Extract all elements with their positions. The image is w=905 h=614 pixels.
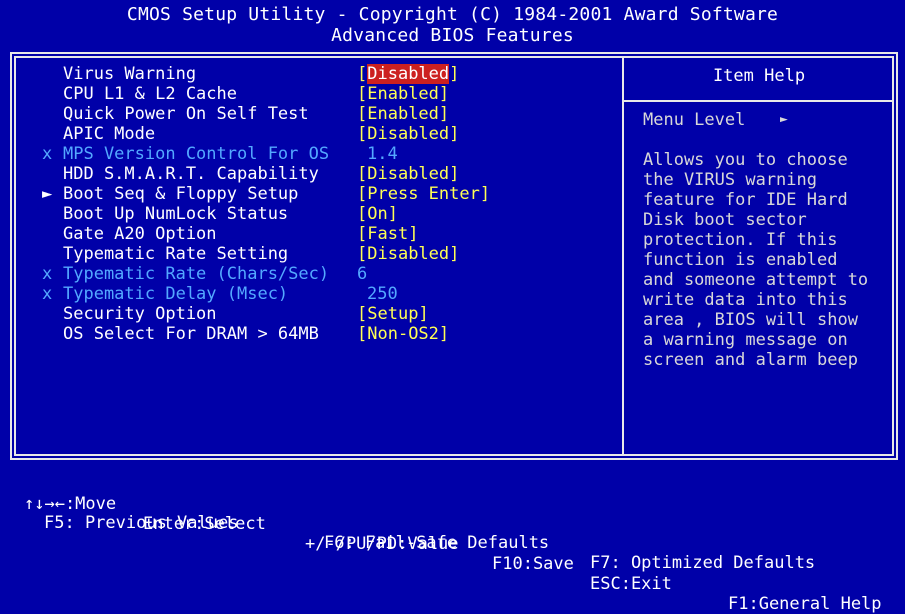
footer-optimized-defaults: F7: Optimized Defaults [590,553,816,573]
title-bar: CMOS Setup Utility - Copyright (C) 1984-… [0,0,905,50]
setting-value: 250 [367,284,398,304]
bracket-open: [ [357,64,368,84]
footer-previous-values: F5: Previous Values [44,513,239,533]
setting-value[interactable]: [Press Enter] [357,184,490,204]
setting-value[interactable]: [Disabled] [357,64,459,84]
menu-level-label: Menu Level [643,110,746,130]
footer-line-2: F5: Previous Values F6: Fail-Safe Defaul… [0,493,905,573]
setting-label: Boot Up NumLock Status [63,204,289,224]
bracket-open: [ [357,84,368,104]
setting-label: OS Select For DRAM > 64MB [63,324,319,344]
value-text: Press Enter [367,184,480,204]
footer-exit: ESC:Exit [590,574,672,594]
bracket-open: [ [357,184,368,204]
bracket-close: ] [449,64,460,84]
footer-failsafe-defaults: F6: Fail-Safe Defaults [324,533,550,553]
page-title: Advanced BIOS Features [331,25,574,46]
bracket-open: [ [357,164,368,184]
help-line: and someone attempt to [643,270,869,290]
app-title: CMOS Setup Utility - Copyright (C) 1984-… [126,4,779,25]
setting-value: 1.4 [367,144,398,164]
setting-label: HDD S.M.A.R.T. Capability [63,164,319,184]
setting-value[interactable]: [Setup] [357,304,429,324]
setting-value[interactable]: [Non-OS2] [357,324,449,344]
bracket-close: ] [449,124,460,144]
disabled-x-icon: x [42,264,53,284]
help-line: protection. If this [643,230,838,250]
value-text: On [367,204,388,224]
help-line: Allows you to choose [643,150,848,170]
bracket-close: ] [418,304,429,324]
bracket-close: ] [449,164,460,184]
setting-value[interactable]: [Enabled] [357,104,449,124]
bracket-open: [ [357,204,368,224]
bracket-close: ] [449,244,460,264]
help-line: feature for IDE Hard [643,190,848,210]
setting-value[interactable]: [Disabled] [357,124,459,144]
setting-label: Gate A20 Option [63,224,217,244]
value-text: Disabled [367,164,450,184]
help-line: screen and alarm beep [643,350,858,370]
setting-label: Security Option [63,304,217,324]
value-text: Disabled [367,124,450,144]
bracket-open: [ [357,224,368,244]
setting-label: Quick Power On Self Test [63,104,309,124]
help-line: the VIRUS warning [643,170,817,190]
help-line: Disk boot sector [643,210,807,230]
value-text: Enabled [367,104,439,124]
setting-label: Typematic Rate (Chars/Sec) [63,264,330,284]
help-line: write data into this [643,290,848,310]
bracket-close: ] [438,84,450,104]
help-title-divider [622,100,894,102]
bracket-open: [ [357,124,368,144]
value-text: Setup [367,304,419,324]
value-text: Fast [367,224,409,244]
help-divider [622,56,624,456]
setting-label: Typematic Delay (Msec) [63,284,289,304]
disabled-x-icon: x [42,144,53,164]
setting-value: 6 [357,264,368,284]
item-help-title: Item Help [712,66,806,86]
bracket-close: ] [408,224,419,244]
right-triangle-icon: ► [780,112,788,127]
setting-value[interactable]: [Enabled] [357,84,449,104]
bracket-close: ] [438,104,450,124]
bracket-open: [ [357,104,368,124]
disabled-x-icon: x [42,284,53,304]
setting-label: Typematic Rate Setting [63,244,289,264]
bracket-open: [ [357,304,368,324]
bracket-close: ] [438,324,450,344]
item-help-text: Allows you to choose the VIRUS warning fea… [643,150,893,370]
setting-value[interactable]: [Fast] [357,224,418,244]
setting-label: Boot Seq & Floppy Setup [63,184,299,204]
setting-label: APIC Mode [63,124,156,144]
help-line: area , BIOS will show [643,310,858,330]
bracket-open: [ [357,244,368,264]
submenu-arrow-icon: ► [42,184,53,204]
selected-value: Disabled [367,64,450,84]
help-line: a warning message on [643,330,848,350]
bracket-close: ] [479,184,491,204]
setting-value[interactable]: [Disabled] [357,164,459,184]
value-text: Disabled [367,244,450,264]
footer-line-1: ↑↓→←:Move Enter:Select +/-/PU/PD:Value F… [0,474,905,614]
value-text: Non-OS2 [367,324,439,344]
bracket-open: [ [357,324,368,344]
setting-label: Virus Warning [63,64,197,84]
footer-save: F10:Save [492,554,574,574]
setting-value[interactable]: [On] [357,204,398,224]
help-line: function is enabled [643,250,838,270]
setting-value[interactable]: [Disabled] [357,244,459,264]
value-text: Enabled [367,84,439,104]
setting-label: CPU L1 & L2 Cache [63,84,237,104]
bracket-close: ] [387,204,398,224]
setting-label: MPS Version Control For OS [63,144,330,164]
footer-help: F1:General Help [728,594,882,614]
